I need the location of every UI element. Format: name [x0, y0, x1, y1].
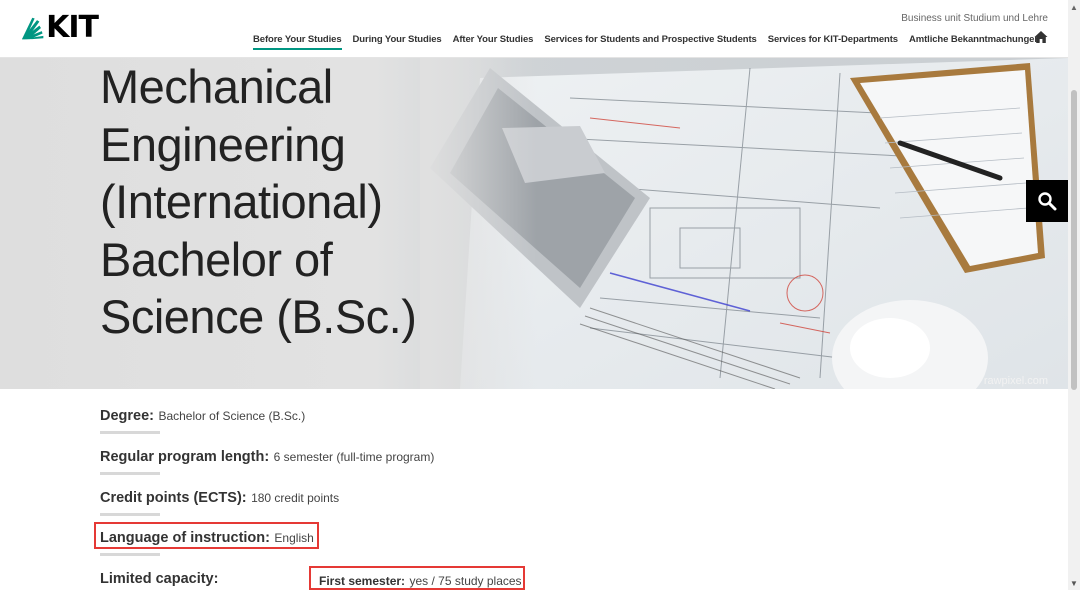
- fact-label: Regular program length:: [100, 449, 270, 465]
- fact-program-length: Regular program length: 6 semester (full…: [100, 448, 435, 475]
- fact-value: Bachelor of Science (B.Sc.): [158, 409, 306, 423]
- title-line: Mechanical: [100, 60, 333, 113]
- title-line: Science (B.Sc.): [100, 290, 417, 343]
- business-unit-link[interactable]: Business unit Studium und Lehre: [901, 13, 1048, 24]
- divider: [100, 472, 160, 475]
- scroll-up-icon[interactable]: ▲: [1070, 3, 1078, 12]
- divider: [100, 553, 160, 556]
- fact-degree: Degree: Bachelor of Science (B.Sc.): [100, 407, 306, 434]
- fact-label: Degree:: [100, 408, 154, 424]
- hero-image: [420, 58, 1068, 389]
- nav-after-your-studies[interactable]: After Your Studies: [453, 34, 534, 50]
- highlight-language: [94, 522, 319, 549]
- kit-logo-icon: [22, 17, 44, 40]
- divider: [100, 431, 160, 434]
- divider: [100, 513, 160, 516]
- title-line: (International): [100, 175, 383, 228]
- fact-value: 180 credit points: [251, 491, 340, 505]
- fact-label: Credit points (ECTS):: [100, 490, 247, 506]
- scroll-thumb[interactable]: [1071, 90, 1077, 390]
- fact-credit-points: Credit points (ECTS): 180 credit points: [100, 489, 340, 516]
- nav-services-students[interactable]: Services for Students and Prospective St…: [544, 34, 756, 50]
- fact-limited-capacity: Limited capacity:: [100, 570, 218, 588]
- kit-logo[interactable]: KIT: [22, 10, 99, 45]
- title-line: Bachelor of: [100, 232, 333, 286]
- nav-services-departments[interactable]: Services for KIT-Departments: [768, 34, 898, 50]
- title-line: Engineering: [100, 117, 346, 171]
- fact-value: 6 semester (full-time program): [273, 450, 435, 464]
- image-credit: rawpixel.com: [983, 375, 1048, 387]
- hero-banner: Mechanical Engineering (International) B…: [0, 58, 1068, 389]
- page-title: Mechanical Engineering (International) B…: [100, 58, 480, 346]
- main-nav: Before Your Studies During Your Studies …: [253, 34, 1051, 50]
- nav-during-your-studies[interactable]: During Your Studies: [353, 34, 442, 50]
- nav-amtliche-bekanntmachungen[interactable]: Amtliche Bekanntmachungen: [909, 34, 1040, 50]
- logo-text: KIT: [46, 10, 99, 45]
- highlight-first-semester: [309, 566, 525, 590]
- site-header: KIT Business unit Studium und Lehre Befo…: [0, 0, 1068, 58]
- search-icon: [1038, 192, 1057, 211]
- fact-label: Limited capacity:: [100, 571, 219, 587]
- nav-before-your-studies[interactable]: Before Your Studies: [253, 34, 342, 50]
- search-button[interactable]: [1026, 180, 1068, 222]
- home-icon[interactable]: [1034, 30, 1048, 44]
- scroll-down-icon[interactable]: ▼: [1070, 579, 1078, 588]
- page-scrollbar[interactable]: ▲ ▼: [1068, 0, 1080, 590]
